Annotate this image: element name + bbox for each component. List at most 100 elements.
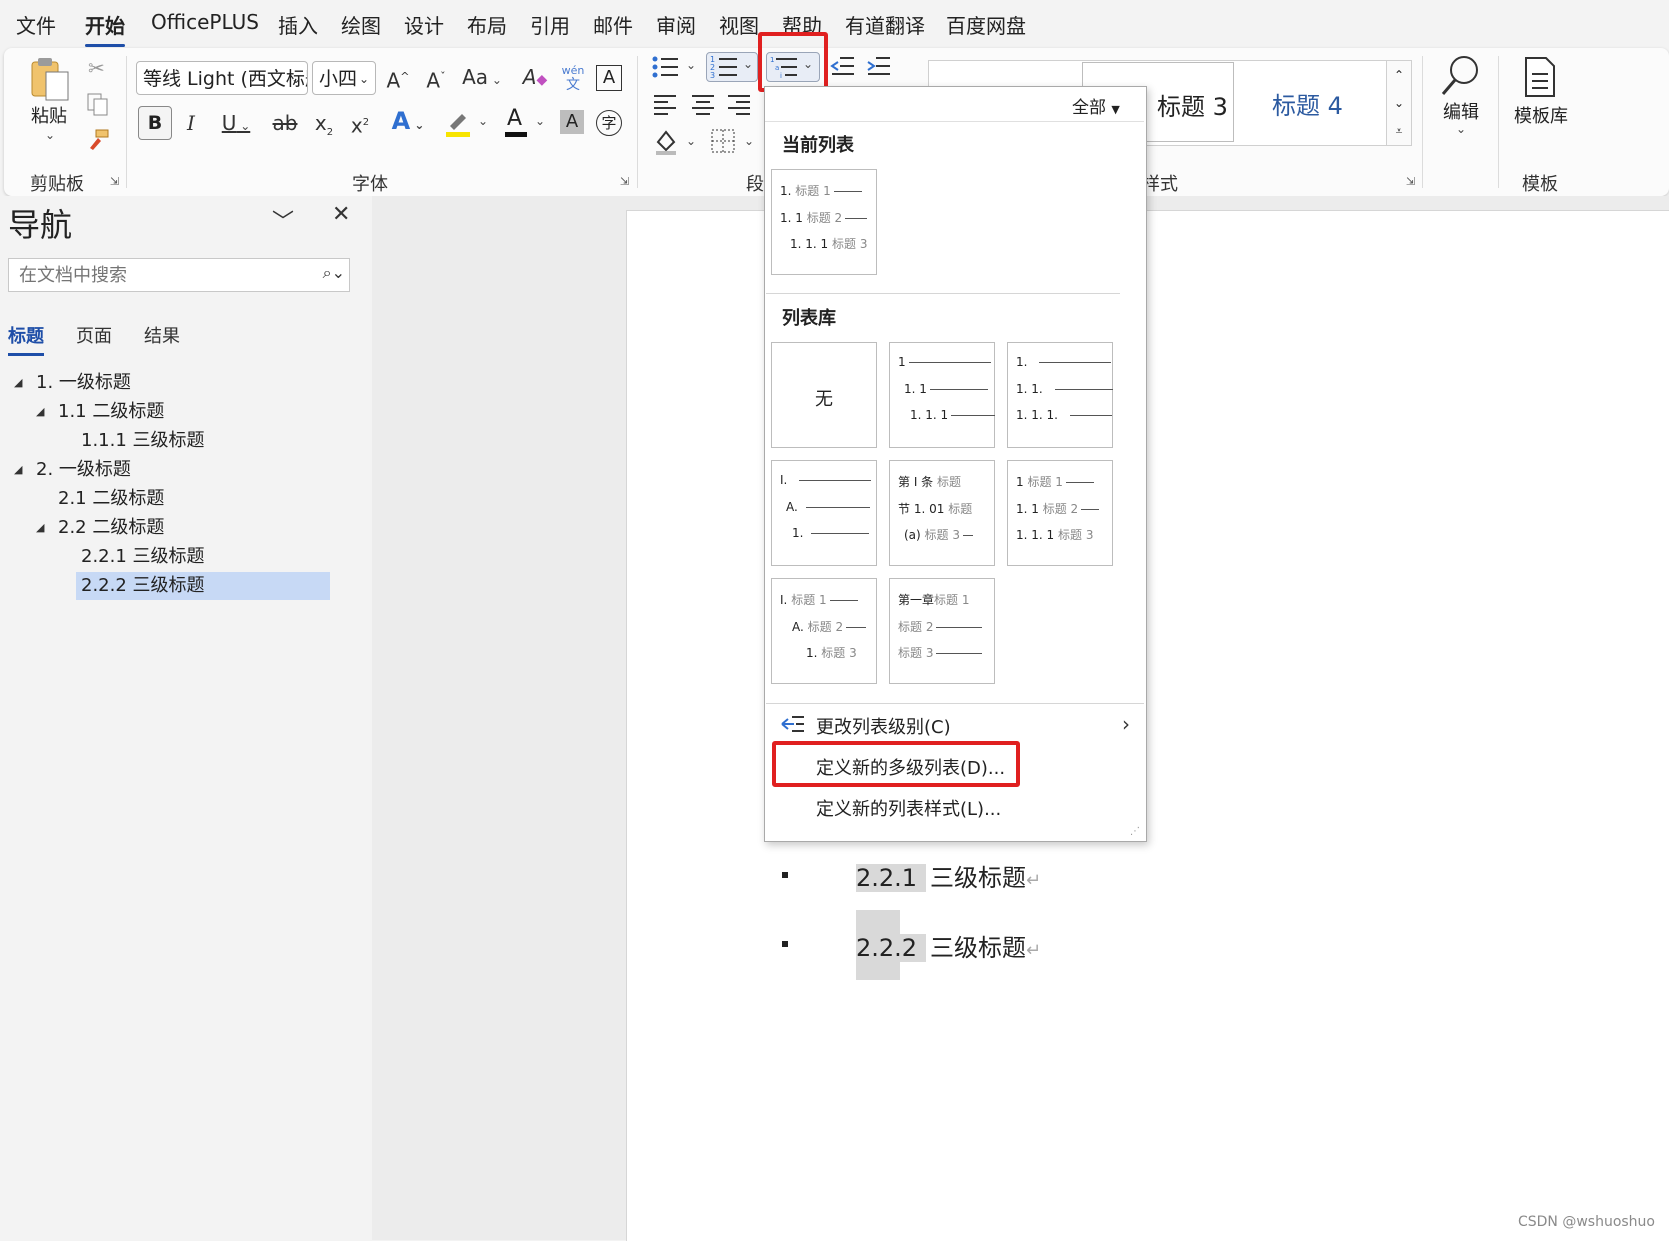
nav-tree-item[interactable]: ◢ 2. 一级标题 <box>12 456 332 484</box>
copy-icon[interactable] <box>86 92 110 116</box>
change-list-level-item[interactable]: 更改列表级别(C) <box>816 713 951 739</box>
char-shading-button[interactable]: A <box>560 110 584 134</box>
editing-button[interactable]: 编辑 <box>1443 98 1479 124</box>
document-line[interactable]: 2.2.1 三级标题↵ <box>856 858 1041 893</box>
menu-file[interactable]: 文件 <box>16 10 56 39</box>
library-item-numeric-dot[interactable]: 1. 1. 1. 1. 1. 1. <box>1007 342 1113 448</box>
nav-tree-item[interactable]: ◢ 1. 一级标题 <box>12 369 332 397</box>
enclose-char-button[interactable]: 字 <box>596 110 622 136</box>
scroll-up-icon[interactable]: ⌃ <box>1387 61 1411 89</box>
decrease-indent-icon[interactable] <box>830 54 856 80</box>
strikethrough-button[interactable]: ab <box>270 108 300 138</box>
nav-tree-item[interactable]: 2.1 二级标题 <box>34 485 332 513</box>
styles-launcher-icon[interactable]: ⇲ <box>1406 176 1418 188</box>
numbering-button[interactable]: 123 ⌄ <box>706 52 758 82</box>
nav-tree-item[interactable]: 2.2.1 三级标题 <box>76 543 332 571</box>
font-color-button[interactable]: A ⌄ <box>503 106 551 138</box>
cut-icon[interactable]: ✂ <box>88 56 108 80</box>
menu-review[interactable]: 审阅 <box>656 10 696 39</box>
nav-search-input[interactable] <box>17 259 311 291</box>
close-icon[interactable]: ✕ <box>332 202 350 227</box>
menu-view[interactable]: 视图 <box>719 10 759 39</box>
tab-headings[interactable]: 标题 <box>8 322 44 356</box>
underline-button[interactable]: U ⌄ <box>214 108 258 138</box>
increase-indent-icon[interactable] <box>866 54 892 80</box>
menu-design[interactable]: 设计 <box>404 10 444 39</box>
shrink-font-button[interactable]: Aˇ <box>422 62 450 93</box>
level-number: 第 Ⅰ 条 <box>898 475 934 489</box>
level-label: 标题 3 <box>1058 528 1094 542</box>
expand-triangle-icon[interactable]: ◢ <box>36 514 44 542</box>
template-library-icon[interactable] <box>1522 56 1558 98</box>
library-item-numeric[interactable]: 1 1. 1 1. 1. 1 <box>889 342 996 448</box>
menu-layout[interactable]: 布局 <box>467 10 507 39</box>
level-label: 标题 3 <box>898 646 934 660</box>
library-item-roman-heading[interactable]: I. 标题 1 A. 标题 2 1. 标题 3 <box>771 578 877 684</box>
bold-button[interactable]: B <box>138 106 172 140</box>
clear-format-icon[interactable]: A◆ <box>520 62 550 92</box>
paste-dropdown-icon[interactable]: ⌄ <box>45 128 55 142</box>
menu-baidu-netdisk[interactable]: 百度网盘 <box>946 10 1026 39</box>
align-right-icon[interactable] <box>726 92 752 118</box>
menu-draw[interactable]: 绘图 <box>341 10 381 39</box>
shading-icon[interactable]: ⌄ <box>652 128 698 156</box>
align-left-icon[interactable] <box>652 92 678 118</box>
editing-dropdown-icon[interactable]: ⌄ <box>1456 122 1466 136</box>
document-line[interactable]: 2.2.2 三级标题↵ <box>856 928 1041 963</box>
phonetic-guide-button[interactable]: wén 文 <box>560 62 586 94</box>
library-item-roman[interactable]: I. A. 1. <box>771 460 877 566</box>
bullets-button[interactable]: ⌄ <box>650 54 696 80</box>
subscript-button[interactable]: x2 <box>312 108 336 138</box>
library-item-heading-numeric[interactable]: 1 标题 1 1. 1 标题 2 1. 1. 1 标题 3 <box>1007 460 1113 566</box>
text-effects-icon[interactable]: A ⌄ <box>386 106 430 136</box>
define-new-list-style-item[interactable]: 定义新的列表样式(L)... <box>816 795 1001 821</box>
nav-tree-item-selected[interactable]: 2.2.2 三级标题 <box>76 572 330 600</box>
menu-insert[interactable]: 插入 <box>278 10 318 39</box>
menu-youdao[interactable]: 有道翻译 <box>845 10 925 39</box>
clipboard-launcher-icon[interactable]: ⇲ <box>110 176 122 188</box>
font-name-combo[interactable]: 等线 Light (西文标题 ⌄ <box>136 61 308 95</box>
scroll-down-icon[interactable]: ⌄ <box>1387 89 1411 117</box>
chevron-down-icon[interactable]: ﹀ <box>272 204 294 236</box>
nav-tree-item[interactable]: 1.1.1 三级标题 <box>76 427 332 455</box>
search-icon[interactable] <box>1438 52 1484 98</box>
italic-button[interactable]: I <box>178 108 204 138</box>
resize-grip-icon[interactable]: ⋰ <box>1130 826 1140 837</box>
superscript-button[interactable]: x2 <box>348 108 372 138</box>
tab-pages[interactable]: 页面 <box>76 322 112 348</box>
level-label: 标题 2 <box>807 620 844 634</box>
highlight-color-icon[interactable]: ⌄ <box>444 108 492 138</box>
style-heading4-tile[interactable]: 标题 4 <box>1240 62 1380 140</box>
library-item-article-section[interactable]: 第 Ⅰ 条 标题 节 1. 01 标题 (a) 标题 3 <box>889 460 995 566</box>
current-list-thumbnail[interactable]: 1. 标题 1 1. 1 标题 2 1. 1. 1 标题 3 <box>771 169 877 275</box>
grow-font-button[interactable]: A^ <box>384 62 412 93</box>
font-launcher-icon[interactable]: ⇲ <box>620 176 632 188</box>
menu-references[interactable]: 引用 <box>530 10 570 39</box>
nav-tree-item[interactable]: ◢ 1.1 二级标题 <box>34 398 332 426</box>
level-label: 标题 1 <box>934 593 970 607</box>
align-center-icon[interactable] <box>690 92 716 118</box>
font-size-combo[interactable]: 小四 ⌄ <box>312 61 376 95</box>
more-styles-icon[interactable]: ⩡ <box>1387 117 1411 145</box>
menu-mailings[interactable]: 邮件 <box>593 10 633 39</box>
expand-triangle-icon[interactable]: ◢ <box>14 369 22 397</box>
library-item-chapter[interactable]: 第一章标题 1 标题 2 标题 3 <box>889 578 995 684</box>
format-painter-icon[interactable] <box>86 128 110 152</box>
tab-results[interactable]: 结果 <box>144 322 180 348</box>
paste-icon[interactable] <box>26 56 72 102</box>
nav-tree-item[interactable]: ◢ 2.2 二级标题 <box>34 514 332 542</box>
search-icon[interactable]: ⌕⌄ <box>323 263 345 283</box>
expand-triangle-icon[interactable]: ◢ <box>14 456 22 484</box>
menu-home[interactable]: 开始 <box>85 10 125 47</box>
borders-icon[interactable]: ⌄ <box>710 128 756 156</box>
template-library-button[interactable]: 模板库 <box>1514 102 1568 128</box>
char-border-button[interactable]: A <box>596 65 622 91</box>
menu-officeplus[interactable]: OfficePLUS <box>151 10 259 34</box>
expand-triangle-icon[interactable]: ◢ <box>36 398 44 426</box>
library-item-none[interactable]: 无 <box>771 342 877 448</box>
change-case-button[interactable]: Aa ⌄ <box>460 62 504 92</box>
level-number: A. <box>786 500 798 514</box>
group-separator <box>637 56 638 188</box>
paste-button[interactable]: 粘贴 <box>31 102 67 128</box>
filter-dropdown[interactable]: 全部 ▼ <box>1072 93 1120 118</box>
